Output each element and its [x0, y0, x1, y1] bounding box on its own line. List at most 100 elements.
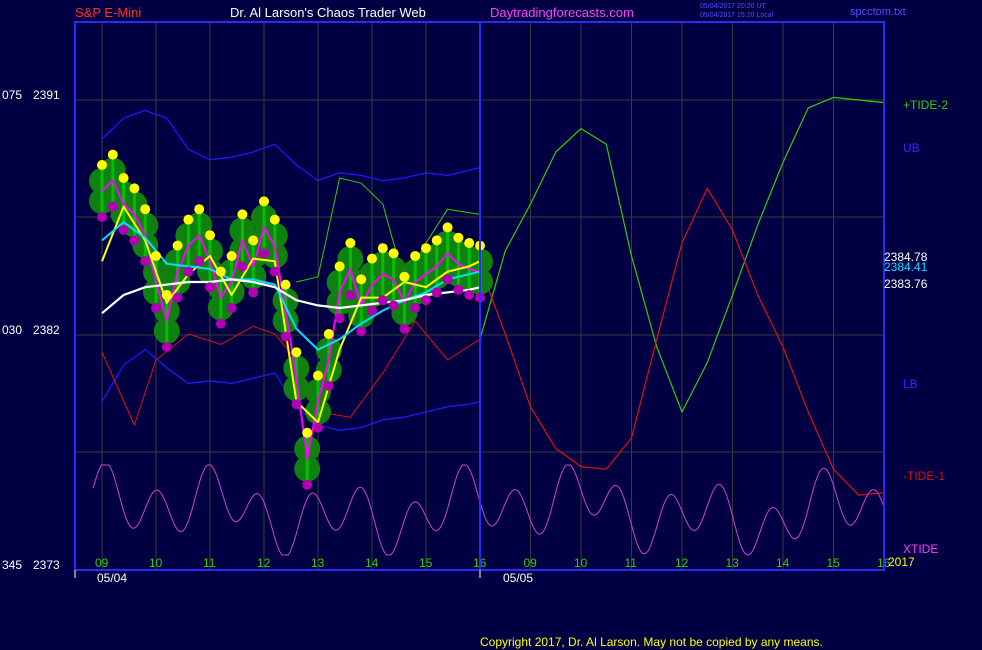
- low-pivot-dot: [172, 292, 183, 303]
- x-tick-label-day2: 14: [776, 556, 790, 570]
- high-pivot-dot: [388, 248, 399, 259]
- x-tick-label-day1: 11: [203, 556, 216, 570]
- low-pivot-dot: [345, 290, 356, 300]
- high-pivot-dot: [172, 240, 183, 251]
- low-pivot-dot: [313, 422, 323, 433]
- low-pivot-dot: [269, 266, 280, 277]
- high-pivot-dot: [248, 235, 259, 246]
- y-price-mid: 2382: [33, 323, 60, 337]
- header-file: spcctom.txt: [850, 6, 906, 18]
- header-site: Daytradingforecasts.com: [490, 5, 634, 20]
- x-tick-label-day2: 09: [524, 556, 538, 570]
- header-time-ut: 05/04/2017 20:20 UT: [700, 3, 766, 10]
- high-pivot-dot: [464, 238, 475, 248]
- x-tick-label-day1: 12: [257, 556, 271, 570]
- high-pivot-dot: [453, 232, 464, 243]
- x-tick-label-day1: 15: [419, 556, 433, 570]
- xtide-oscillator: [92, 464, 885, 556]
- header-market: S&P E-Mini: [75, 5, 141, 20]
- low-pivot-dot: [183, 266, 194, 277]
- high-pivot-dot: [399, 271, 410, 282]
- label-last-value-2: 2384.41: [884, 260, 928, 274]
- low-pivot-dot: [464, 290, 475, 300]
- chart-window: 09101112131415160910111213141516 S&P E-M…: [0, 0, 982, 650]
- high-pivot-dot: [323, 329, 334, 339]
- high-pivot-dot: [107, 149, 118, 160]
- low-pivot-dot: [118, 225, 129, 235]
- x-tick-label-day2: 12: [675, 556, 689, 570]
- high-pivot-dot: [421, 243, 431, 254]
- high-pivot-dot: [129, 183, 140, 194]
- high-pivot-dot: [431, 235, 442, 246]
- low-pivot-dot: [356, 326, 367, 337]
- low-pivot-dot: [334, 313, 345, 324]
- x-tick-label-day2: 11: [625, 556, 638, 570]
- low-pivot-dot: [280, 331, 291, 342]
- label-lower-band: LB: [903, 377, 918, 391]
- x-tick-label-day1: 09: [95, 556, 109, 570]
- low-pivot-dot: [399, 323, 410, 334]
- low-pivot-dot: [367, 305, 377, 316]
- y-price-top: 2391: [33, 88, 60, 102]
- high-pivot-dot: [291, 347, 302, 358]
- x-tick-label-day2: 10: [574, 556, 588, 570]
- low-pivot-dot: [215, 318, 226, 329]
- high-pivot-dot: [313, 370, 323, 381]
- x-tick-label-day1: 14: [365, 556, 379, 570]
- high-pivot-dot: [259, 196, 269, 207]
- high-pivot-dot: [334, 261, 345, 272]
- low-pivot-dot: [237, 261, 248, 272]
- high-pivot-dot: [183, 214, 194, 225]
- footer-copyright: Copyright 2017, Dr. Al Larson. May not b…: [480, 635, 823, 649]
- chart-canvas: 09101112131415160910111213141516 S&P E-M…: [2, 3, 948, 649]
- low-pivot-dot: [377, 295, 388, 306]
- low-pivot-dot: [194, 256, 205, 267]
- low-pivot-dot: [323, 381, 334, 391]
- high-pivot-dot: [356, 274, 367, 285]
- low-pivot-dot: [291, 399, 302, 410]
- date-label-day1: 05/04: [97, 571, 127, 585]
- label-upper-band: UB: [903, 141, 920, 155]
- high-pivot-dot: [410, 251, 421, 261]
- header-time-local: 05/04/2017 15:20 Local: [700, 12, 774, 19]
- low-pivot-dot: [248, 287, 259, 298]
- x-tick-label-day2: 15: [827, 556, 841, 570]
- high-pivot-dot: [269, 214, 280, 225]
- high-pivot-dot: [345, 238, 356, 248]
- low-pivot-dot: [453, 284, 464, 295]
- low-pivot-dot: [226, 303, 237, 313]
- label-tide-minus: -TIDE-1: [903, 469, 945, 483]
- x-tick-label-day1: 10: [149, 556, 163, 570]
- y-code-top: 075: [2, 88, 22, 102]
- low-pivot-dot: [140, 256, 151, 267]
- xtide-line: [92, 464, 885, 556]
- high-pivot-dot: [237, 209, 248, 220]
- high-pivot-dot: [194, 204, 205, 215]
- y-code-bottom: 345: [2, 558, 22, 572]
- high-pivot-dot: [377, 243, 388, 254]
- label-xtide: XTIDE: [903, 542, 938, 556]
- high-pivot-dot: [442, 222, 453, 233]
- x-tick-label-day2: 13: [726, 556, 740, 570]
- low-pivot-dot: [107, 201, 118, 212]
- high-pivot-dot: [367, 253, 377, 264]
- low-pivot-dot: [129, 235, 140, 246]
- high-pivot-dot: [280, 279, 291, 290]
- low-pivot-dot: [97, 212, 107, 222]
- low-pivot-dot: [442, 274, 453, 285]
- high-pivot-dot: [140, 204, 151, 215]
- high-pivot-dot: [151, 251, 161, 261]
- high-pivot-dot: [226, 251, 237, 261]
- high-pivot-dot: [97, 160, 107, 170]
- y-code-mid: 030: [2, 323, 22, 337]
- y-price-bottom: 2373: [33, 558, 60, 572]
- low-pivot-dot: [151, 303, 161, 313]
- high-pivot-dot: [161, 290, 172, 300]
- upper-band-line: [101, 109, 481, 182]
- low-pivot-dot: [205, 282, 215, 293]
- label-tide-plus: +TIDE-2: [903, 98, 948, 112]
- label-last-value-3: 2383.76: [884, 277, 928, 291]
- low-pivot-dot: [410, 303, 421, 313]
- low-pivot-dot: [388, 300, 399, 311]
- high-pivot-dot: [302, 427, 313, 438]
